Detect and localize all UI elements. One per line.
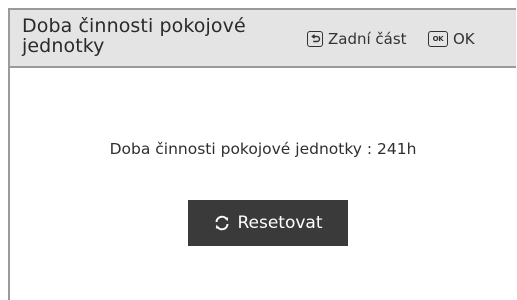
reset-button[interactable]: Resetovat [188,200,348,246]
back-arrow-icon [307,31,323,47]
ok-key-icon: OK [428,31,448,47]
dialog-frame: Doba činnosti pokojové jednotky Zadní čá… [8,8,516,300]
header-bar: Doba činnosti pokojové jednotky Zadní čá… [10,10,516,68]
operation-time-text: Doba činnosti pokojové jednotky : 241h [109,140,417,158]
ok-button[interactable]: OK OK [428,28,475,50]
back-button[interactable]: Zadní část [307,28,407,50]
back-label: Zadní část [328,30,407,48]
reset-label: Resetovat [237,213,323,233]
ok-label: OK [453,30,475,48]
refresh-icon [213,214,231,232]
page-title: Doba činnosti pokojové jednotky [22,15,246,57]
